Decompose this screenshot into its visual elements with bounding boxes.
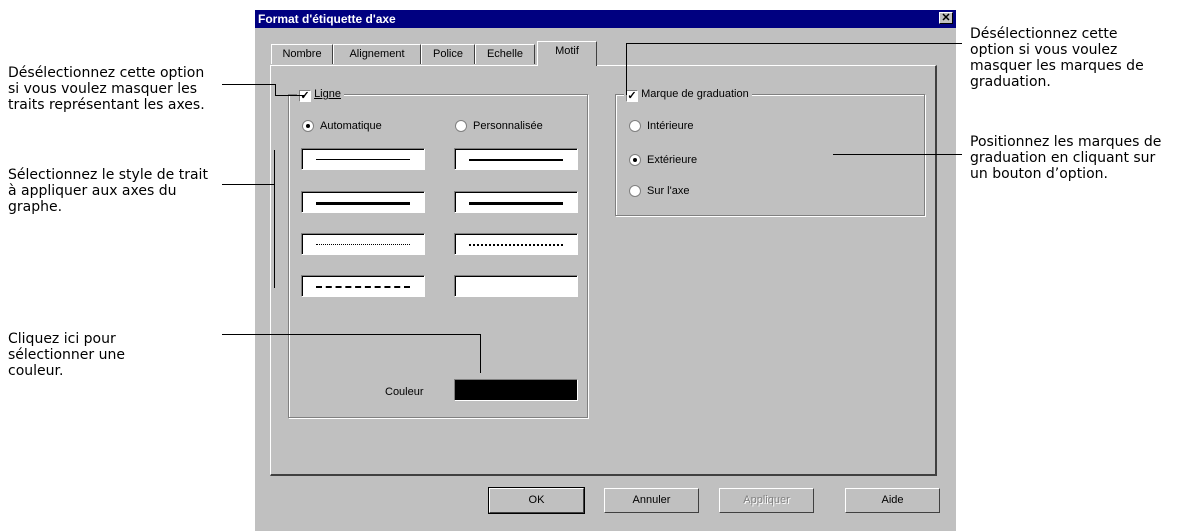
leader-ligne-checkbox-h (222, 84, 275, 85)
radio-personnalisee[interactable] (455, 120, 467, 132)
help-button[interactable]: Aide (845, 488, 940, 513)
leader-color-v (480, 334, 481, 373)
callout-line-style: Sélectionnez le style de trait à appliqu… (8, 167, 208, 215)
callout-ligne-checkbox: Désélectionnez cette option si vous voul… (8, 65, 205, 113)
ligne-check-icon: ✓ (299, 90, 311, 102)
radio-automatique-label[interactable]: Automatique (320, 119, 382, 133)
tab-alignement[interactable]: Alignement (333, 44, 421, 64)
ligne-group: ✓ Ligne Automatique Personnalisée Couleu… (288, 87, 588, 418)
tab-echelle[interactable]: Echelle (475, 44, 535, 64)
cancel-button[interactable]: Annuler (604, 488, 699, 513)
line-style-medium-solid[interactable] (454, 148, 578, 170)
radio-exterieure[interactable] (629, 154, 641, 166)
line-style-fine-dotted[interactable] (301, 233, 425, 255)
tab-motif[interactable]: Motif (537, 41, 597, 66)
line-style-thick-solid[interactable] (301, 191, 425, 213)
callout-color: Cliquez ici pour sélectionner une couleu… (8, 331, 125, 379)
dialog-title: Format d'étiquette d'axe ✕ (255, 10, 956, 28)
marque-check-icon: ✓ (626, 90, 638, 102)
marque-checkbox[interactable]: ✓ Marque de graduation (624, 87, 752, 102)
couleur-swatch[interactable] (454, 379, 578, 401)
line-style-none[interactable] (454, 275, 578, 297)
line-style-dashed[interactable] (301, 275, 425, 297)
radio-sur-axe-label[interactable]: Sur l'axe (647, 184, 689, 198)
radio-personnalisee-label[interactable]: Personnalisée (473, 119, 543, 133)
callout-marque-checkbox: Désélectionnez cette option si vous voul… (970, 26, 1144, 90)
leader-tick-position (833, 154, 962, 155)
tab-police[interactable]: Police (421, 44, 475, 64)
leader-marque-checkbox-v (626, 43, 627, 95)
ligne-label: Ligne (314, 88, 341, 100)
line-style-dotted[interactable] (454, 233, 578, 255)
radio-exterieure-label[interactable]: Extérieure (647, 153, 697, 167)
line-style-thick-solid-2[interactable] (454, 191, 578, 213)
line-style-thin-solid[interactable] (301, 148, 425, 170)
leader-line-style-v (274, 150, 275, 288)
leader-ligne-checkbox-h2 (275, 95, 305, 96)
close-icon[interactable]: ✕ (939, 12, 953, 24)
radio-interieure-label[interactable]: Intérieure (647, 119, 693, 133)
format-axis-dialog: Format d'étiquette d'axe ✕ Nombre Aligne… (253, 8, 956, 531)
marque-graduation-group: ✓ Marque de graduation Intérieure Extéri… (615, 87, 925, 216)
marque-label: Marque de graduation (641, 88, 749, 100)
radio-automatique[interactable] (302, 120, 314, 132)
radio-interieure[interactable] (629, 120, 641, 132)
leader-marque-checkbox-h (626, 43, 962, 44)
apply-button[interactable]: Appliquer (719, 488, 814, 513)
tab-panel-motif: ✓ Ligne Automatique Personnalisée Couleu… (270, 65, 937, 476)
leader-line-style (222, 184, 274, 185)
tab-nombre[interactable]: Nombre (271, 44, 333, 64)
callout-tick-position: Positionnez les marques de graduation en… (970, 134, 1162, 182)
ok-button[interactable]: OK (488, 487, 585, 514)
couleur-label: Couleur (385, 386, 424, 398)
leader-color-h (222, 334, 480, 335)
radio-sur-axe[interactable] (629, 185, 641, 197)
